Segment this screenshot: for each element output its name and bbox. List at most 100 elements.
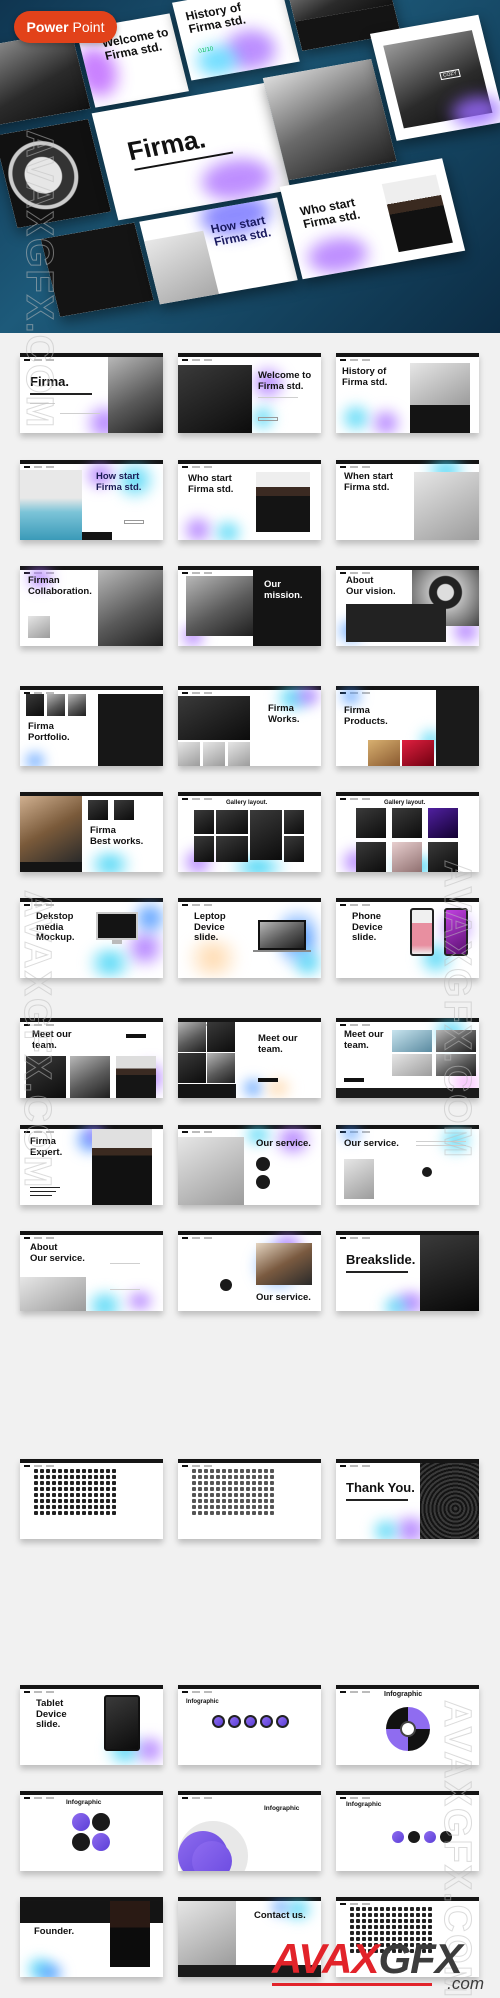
glyph-icon <box>228 1481 232 1485</box>
slide-thumbnail-history[interactable]: History of Firma std. <box>336 353 479 433</box>
glyph-icon <box>70 1505 74 1509</box>
slide-thumbnail-photo-left[interactable]: Welcome to Firma std. <box>178 353 321 433</box>
slide-nav <box>182 572 212 574</box>
slide-thumbnail-bestworks[interactable]: Firma Best works. <box>20 792 163 872</box>
glyph-icon <box>380 1919 384 1923</box>
slide-thumbnail-gallery-a[interactable]: Gallery layout. <box>178 792 321 872</box>
glyph-icon <box>222 1475 226 1479</box>
slide-thumbnail-thankyou[interactable]: Thank You. <box>336 1459 479 1539</box>
glyph-icon <box>94 1511 98 1515</box>
slide-thumbnail-icons-b[interactable] <box>178 1459 321 1539</box>
glyph-icon <box>40 1475 44 1479</box>
slide-title: Our mission. <box>264 579 303 601</box>
glyph-icon <box>34 1487 38 1491</box>
slide-thumbnail-photo-left-btn[interactable]: How start Firma std. <box>20 460 163 540</box>
slide-thumbnail-device-tablet[interactable]: Tablet Device slide. <box>20 1685 163 1765</box>
slide-thumbnail-info-c[interactable]: Infographic <box>20 1791 163 1871</box>
glyph-icon <box>198 1511 202 1515</box>
glyph-icon <box>228 1475 232 1479</box>
hero-card-how: How start Firma std. <box>139 197 298 305</box>
glyph-icon <box>82 1469 86 1473</box>
glyph-icon <box>258 1475 262 1479</box>
glyph-icon <box>210 1505 214 1509</box>
glyph-icon <box>70 1469 74 1473</box>
slide-topbar <box>178 1791 321 1795</box>
glyph-icon <box>82 1493 86 1497</box>
glyph-icon <box>52 1481 56 1485</box>
glyph-icon <box>216 1499 220 1503</box>
slide-nav <box>24 1797 54 1799</box>
slide-nav <box>340 359 370 361</box>
glyph-icon <box>392 1919 396 1923</box>
slide-title: Gallery layout. <box>384 800 426 806</box>
glyph-icon <box>76 1505 80 1509</box>
slide-nav <box>340 904 370 906</box>
slide-nav <box>340 1691 370 1693</box>
glyph-icon <box>264 1511 268 1515</box>
slide-thumbnail-vision[interactable]: About Our vision. <box>336 566 479 646</box>
glyph-icon <box>392 1925 396 1929</box>
glyph-icon <box>356 1919 360 1923</box>
glyph-icon <box>46 1493 50 1497</box>
badge-bold-text: Power <box>26 19 69 35</box>
slide-thumbnail-portrait-right[interactable]: Who start Firma std. <box>178 460 321 540</box>
slide-thumbnail-info-a[interactable]: Infographic <box>178 1685 321 1765</box>
glyph-icon <box>216 1481 220 1485</box>
glyph-icon <box>270 1505 274 1509</box>
slide-thumbnail-team-b[interactable]: Meet our team. <box>178 1018 321 1098</box>
glyph-icon <box>234 1469 238 1473</box>
slide-thumbnail-service-d[interactable]: Our service. <box>178 1231 321 1311</box>
slide-nav <box>182 1691 212 1693</box>
slide-thumbnail-icons-a[interactable] <box>20 1459 163 1539</box>
glyph-icon <box>234 1487 238 1491</box>
slide-thumbnail-works[interactable]: Firma Works. <box>178 686 321 766</box>
slide-topbar <box>178 792 321 796</box>
slide-nav <box>182 1131 212 1133</box>
glyph-icon <box>64 1493 68 1497</box>
slide-thumbnail-photo-right[interactable]: Firman Collaboration. <box>20 566 163 646</box>
slide-title: Our service. <box>256 1138 311 1149</box>
slide-thumbnail-service-a[interactable]: Our service. <box>178 1125 321 1205</box>
slide-topbar <box>20 1685 163 1689</box>
glyph-icon <box>264 1505 268 1509</box>
slide-thumbnail-dark-right[interactable]: Our mission. <box>178 566 321 646</box>
glyph-icon <box>264 1469 268 1473</box>
glyph-icon <box>204 1481 208 1485</box>
slide-thumbnail-breakslide[interactable]: Breakslide. <box>336 1231 479 1311</box>
glyph-icon <box>398 1919 402 1923</box>
glyph-icon <box>386 1925 390 1929</box>
slide-title: Our service. <box>256 1292 311 1303</box>
glyph-icon <box>112 1505 116 1509</box>
glyph-icon <box>246 1475 250 1479</box>
glyph-icon <box>374 1913 378 1917</box>
glyph-icon <box>58 1475 62 1479</box>
slide-thumbnail-photo-right[interactable]: When start Firma std. <box>336 460 479 540</box>
slide-thumbnail-portfolio[interactable]: Firma Portfolio. <box>20 686 163 766</box>
glyph-icon <box>106 1487 110 1491</box>
glyph-icon <box>192 1469 196 1473</box>
glyph-icon <box>258 1511 262 1515</box>
glyph-icon <box>404 1907 408 1911</box>
glyph-icon <box>70 1511 74 1515</box>
slide-title: Firman Collaboration. <box>28 575 92 597</box>
glyph-icon <box>240 1469 244 1473</box>
slide-thumbnail-device-laptop[interactable]: Leptop Device slide. <box>178 898 321 978</box>
glyph-icon <box>204 1511 208 1515</box>
slide-thumbnail-founder[interactable]: Founder. <box>20 1897 163 1977</box>
slide-title: About Our service. <box>30 1242 85 1264</box>
slide-title: Meet our team. <box>344 1029 384 1051</box>
slide-thumbnail-info-d[interactable]: Infographic <box>178 1791 321 1871</box>
glyph-icon <box>46 1505 50 1509</box>
glyph-icon <box>192 1499 196 1503</box>
slide-thumbnail-products[interactable]: Firma Products. <box>336 686 479 766</box>
slide-title: Welcome to Firma std. <box>258 370 312 392</box>
infographic-step-icon <box>260 1715 273 1728</box>
glyph-icon <box>112 1487 116 1491</box>
slide-thumbnail-service-c[interactable]: About Our service. <box>20 1231 163 1311</box>
glyph-icon <box>270 1475 274 1479</box>
slide-nav <box>340 572 370 574</box>
slide-nav <box>340 798 370 800</box>
glyph-icon <box>422 1925 426 1929</box>
slide-nav <box>340 466 370 468</box>
slide-title: Infographic <box>264 1805 300 1812</box>
